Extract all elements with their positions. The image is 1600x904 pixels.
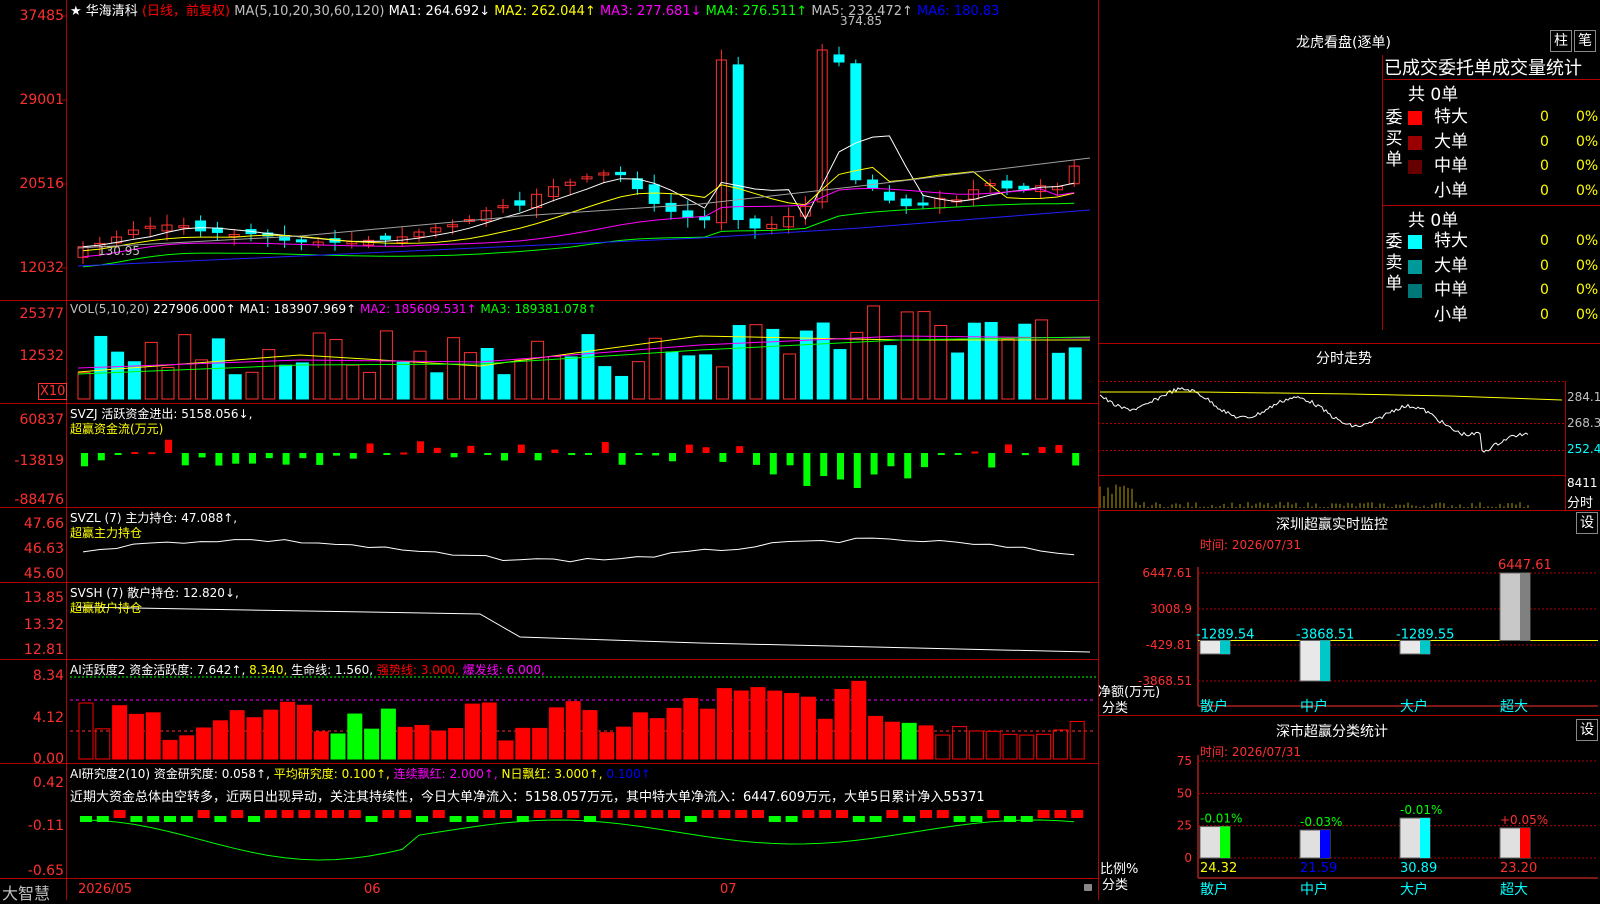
cls-axis-label: 75 xyxy=(1177,754,1192,768)
cls-cat-2: 大户 xyxy=(1400,881,1428,898)
cls-value-2: 30.89 xyxy=(1400,861,1437,876)
cls-cat-3: 超大 xyxy=(1500,882,1528,898)
cls-axis-label: 0 xyxy=(1184,851,1192,865)
cls-value-3: 23.20 xyxy=(1500,861,1537,876)
cls-bar-shade-0 xyxy=(1220,826,1230,858)
cls-change-3: +0.05% xyxy=(1500,813,1548,827)
cls-change-0: -0.01% xyxy=(1200,812,1242,826)
cls-axis-label: 50 xyxy=(1177,786,1192,800)
stock-terminal: ★ 华海清科 (日线，前复权) MA(5,10,20,30,60,120) MA… xyxy=(0,0,1600,903)
cls-cat-0: 散户 xyxy=(1200,881,1228,898)
sz-class-bar-chart: 75 50 25 0 -0.01% 24.32 散户 -0.03% 21.59 中户 -0.01% 3… xyxy=(1177,754,1598,898)
cls-bar-shade-2 xyxy=(1420,818,1430,858)
cls-bar-shade-1 xyxy=(1320,830,1330,858)
cls-change-2: -0.01% xyxy=(1400,803,1442,817)
cls-bar-shade-3 xyxy=(1520,827,1530,858)
cls-value-0: 24.32 xyxy=(1200,861,1237,876)
cls-value-1: 21.59 xyxy=(1300,861,1337,876)
cls-cat-1: 中户 xyxy=(1300,881,1328,898)
cls-change-1: -0.03% xyxy=(1300,815,1342,829)
cls-axis-label: 25 xyxy=(1177,819,1192,833)
